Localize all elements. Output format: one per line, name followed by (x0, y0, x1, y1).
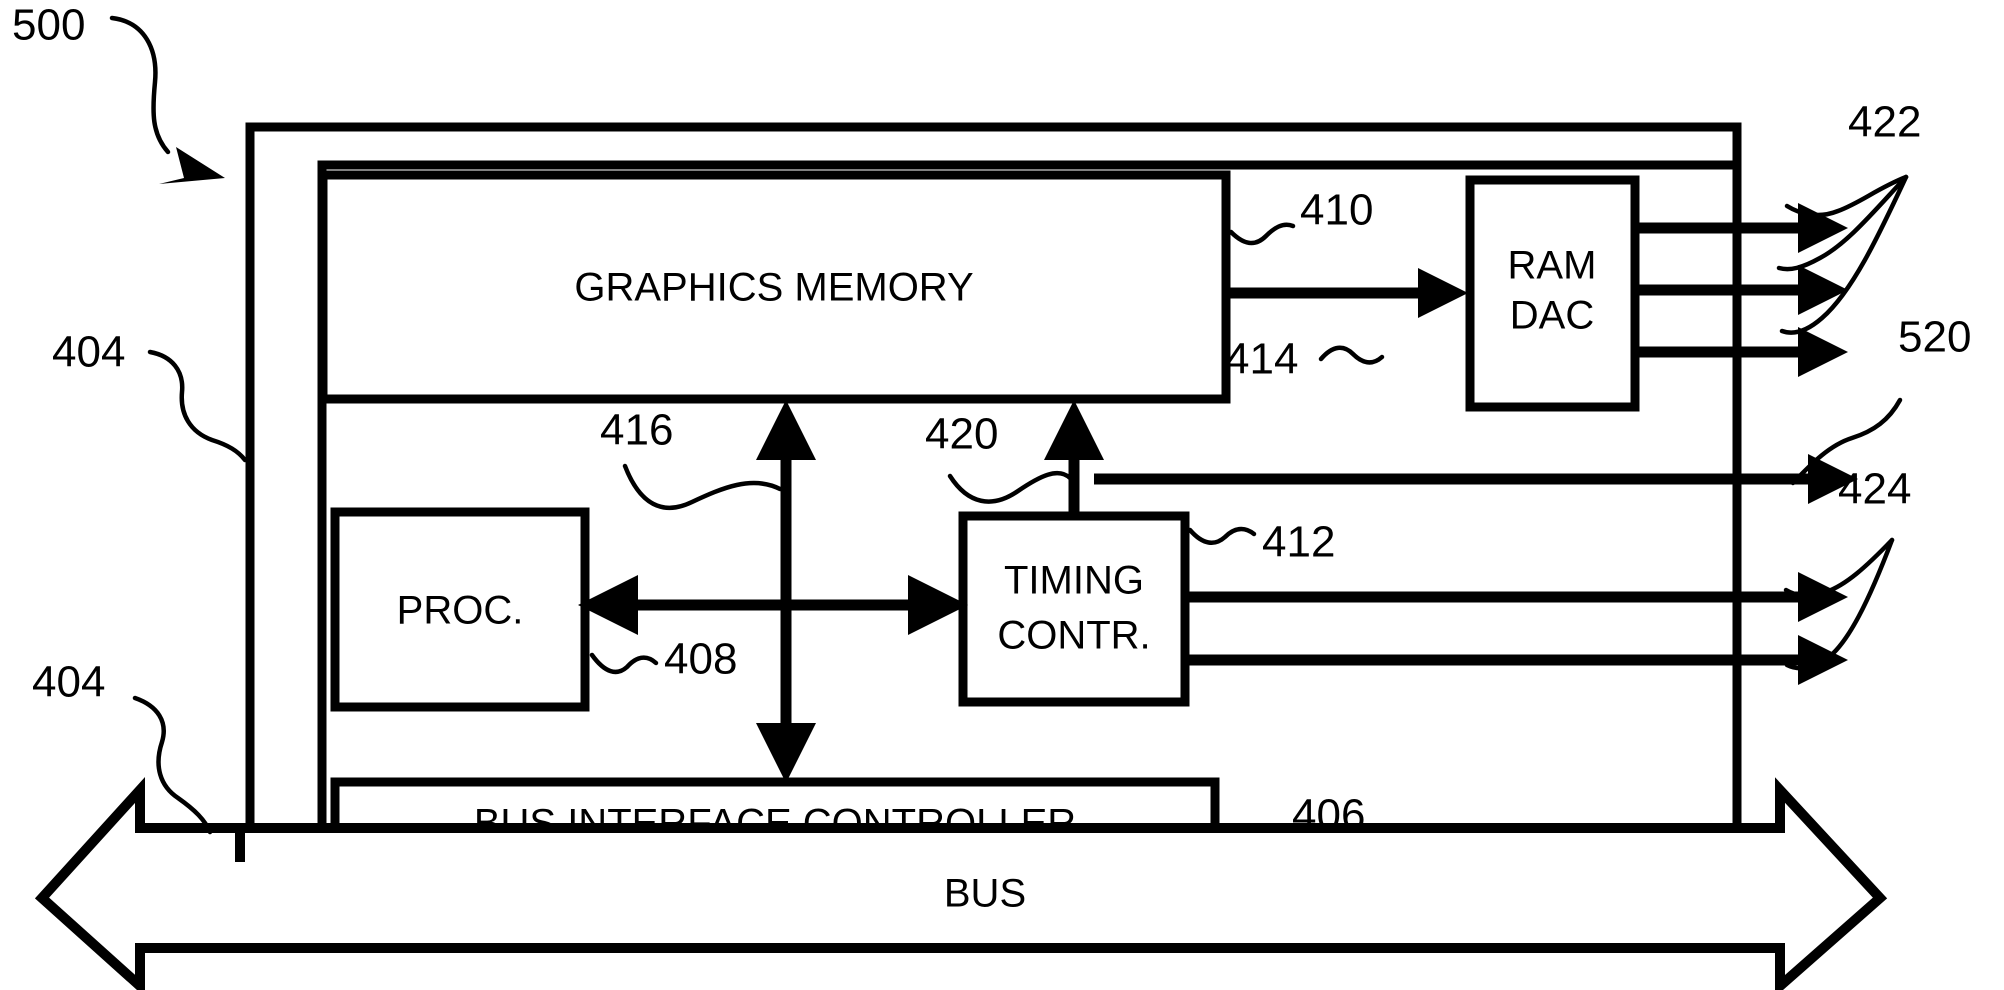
ref-414: 414 (1225, 335, 1298, 384)
internal-bus-down-head (756, 723, 816, 783)
leader-420 (947, 471, 1073, 504)
arrow-420-head (1044, 400, 1104, 460)
leader-408 (589, 652, 659, 675)
ref-424: 424 (1838, 465, 1911, 514)
ref-422: 422 (1848, 98, 1921, 147)
ref-412: 412 (1262, 518, 1335, 567)
ref-520: 520 (1898, 313, 1971, 362)
leader-500 (109, 15, 171, 155)
leader-416 (622, 463, 783, 511)
ref-404-top: 404 (52, 328, 125, 377)
ramdac-output-3-head (1798, 327, 1848, 377)
ref-408: 408 (664, 635, 737, 684)
bus-label: BUS (944, 872, 1026, 916)
leader-404-top (147, 349, 248, 463)
ref-500: 500 (12, 1, 85, 50)
diagram-canvas: GRAPHICS MEMORY 410 414 RAM DAC 422 520 (12, 1, 1971, 990)
ref-410: 410 (1300, 186, 1373, 235)
graphics-memory-label: GRAPHICS MEMORY (574, 266, 973, 310)
ramdac-output-2-head (1798, 265, 1848, 315)
leader-414 (1318, 345, 1385, 365)
patent-figure: GRAPHICS MEMORY 410 414 RAM DAC 422 520 (0, 0, 2004, 990)
internal-bus-up-head (756, 400, 816, 460)
ref-420: 420 (925, 410, 998, 459)
ram-dac-label-line2: DAC (1510, 294, 1594, 338)
leader-412 (1187, 526, 1257, 545)
timing-controller-block (958, 511, 1190, 707)
ram-dac-label-line1: RAM (1508, 244, 1597, 288)
ref-416: 416 (600, 406, 673, 455)
leader-410 (1228, 222, 1296, 246)
timing-controller-label-line2: CONTR. (997, 614, 1150, 658)
proc-label: PROC. (397, 589, 524, 633)
ref-404-bottom: 404 (32, 658, 105, 707)
arrow-414-head (1418, 268, 1468, 318)
timing-controller-label-line1: TIMING (1004, 559, 1144, 603)
leader-404-bottom (132, 695, 213, 835)
